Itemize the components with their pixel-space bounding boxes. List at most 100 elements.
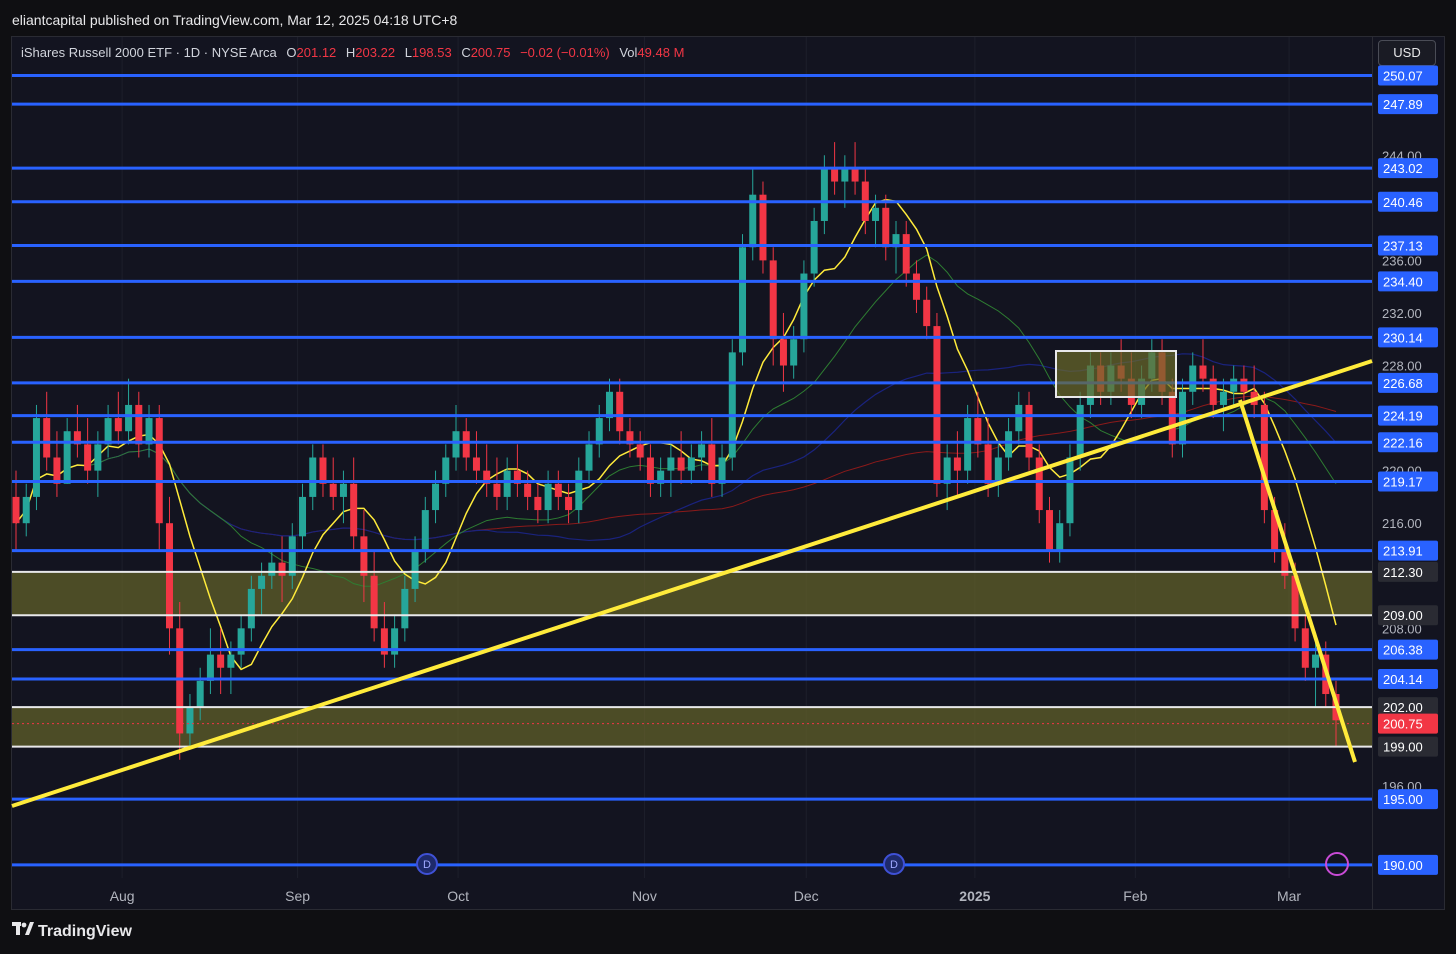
level-label: 195.00: [1383, 792, 1423, 807]
level-label: 240.46: [1383, 195, 1423, 210]
close-value: 200.75: [470, 45, 511, 60]
candle-body: [22, 496, 30, 524]
candle-body: [360, 536, 368, 576]
candle-body: [268, 562, 276, 576]
candle-body: [616, 391, 624, 432]
candle-body: [902, 234, 910, 274]
candle-body: [698, 444, 706, 458]
candle-body: [831, 168, 839, 182]
open-label: O: [286, 45, 297, 60]
candle-body: [411, 549, 419, 589]
candle-body: [1230, 378, 1238, 392]
level-label: 222.16: [1383, 435, 1423, 450]
symbol-legend: iShares Russell 2000 ETF · 1D · NYSE Arc…: [21, 45, 684, 60]
volume-label: Vol: [619, 45, 638, 60]
price-zone: [12, 571, 1372, 616]
candle-body: [104, 418, 112, 445]
candle-body: [53, 457, 61, 484]
tradingview-logo[interactable]: TradingView: [12, 922, 132, 941]
candle-body: [370, 575, 378, 629]
candle-body: [1260, 404, 1268, 511]
candle-body: [442, 457, 450, 484]
time-tick-label: Mar: [1277, 888, 1301, 904]
ma-50-line: [15, 254, 1337, 587]
candle-body: [452, 431, 460, 458]
candle-body: [1025, 404, 1033, 458]
time-tick-label: 2025: [959, 888, 990, 904]
dividend-marker-label: D: [890, 859, 898, 871]
symbol-name: iShares Russell 2000 ETF · 1D · NYSE Arc…: [21, 45, 277, 60]
candle-body: [319, 457, 327, 484]
candle-body: [63, 431, 71, 484]
candle-body: [872, 207, 880, 221]
candle-body: [165, 523, 173, 629]
level-label: 234.40: [1383, 274, 1423, 289]
candle-body: [718, 457, 726, 484]
volume-value: 49.48 M: [637, 45, 685, 60]
candle-body: [145, 418, 153, 445]
consolidation-box: [1055, 350, 1177, 398]
candle-body: [524, 483, 532, 497]
low-label: L: [404, 45, 412, 60]
candle-body: [851, 168, 859, 182]
candle-body: [687, 457, 695, 471]
time-tick-label: Oct: [447, 888, 469, 904]
candle-body: [933, 326, 941, 484]
candle-body: [708, 444, 716, 484]
level-label: 237.13: [1383, 239, 1423, 254]
close-label: C: [461, 45, 471, 60]
candle-body: [227, 654, 235, 668]
price-tick-label: 228.00: [1382, 359, 1422, 374]
candle-body: [258, 575, 266, 589]
candle-body: [43, 418, 51, 458]
candle-body: [432, 483, 440, 511]
candle-body: [585, 444, 593, 471]
candle-body: [565, 496, 573, 511]
level-label: 247.89: [1383, 97, 1423, 112]
level-label: 219.17: [1383, 475, 1423, 490]
level-label: 224.19: [1383, 409, 1423, 424]
candle-body: [636, 444, 644, 458]
level-label: 213.91: [1383, 544, 1423, 559]
candle-body: [923, 299, 931, 327]
candle-body: [217, 654, 225, 668]
candle-body: [667, 457, 675, 471]
low-value: 198.53: [411, 45, 452, 60]
candle-body: [943, 457, 951, 484]
level-label: 226.68: [1383, 376, 1423, 391]
candle-body: [299, 496, 307, 537]
candle-body: [12, 496, 20, 524]
change-value: −0.02 (−0.01%): [520, 45, 610, 60]
level-label: 204.14: [1383, 672, 1423, 687]
candle-body: [759, 194, 767, 261]
candle-body: [1199, 365, 1207, 379]
level-label: 199.00: [1383, 740, 1423, 755]
time-tick-label: Dec: [794, 888, 819, 904]
candle-body: [278, 562, 286, 576]
candle-body: [462, 431, 470, 458]
candle-body: [984, 444, 992, 484]
candle-body: [503, 470, 511, 497]
tradingview-mark-icon: [12, 922, 34, 941]
candle-body: [401, 588, 409, 629]
level-label: 190.00: [1383, 858, 1423, 873]
candle-body: [1035, 457, 1043, 511]
candle-body: [646, 457, 654, 484]
candle-body: [1066, 457, 1074, 524]
candle-body: [493, 483, 501, 497]
candle-body: [1219, 391, 1227, 405]
candle-body: [1189, 365, 1197, 392]
candle-body: [1045, 510, 1053, 550]
candle-body: [196, 680, 204, 708]
level-label: 230.14: [1383, 330, 1423, 345]
candle-body: [554, 483, 562, 497]
candle-body: [575, 470, 583, 511]
candle-body: [974, 418, 982, 445]
ma-200-line: [15, 395, 1337, 541]
candle-body: [1168, 391, 1176, 445]
candle-body: [882, 207, 890, 248]
candle-body: [964, 418, 972, 471]
high-label: H: [345, 45, 356, 60]
chart-plot[interactable]: 244.00236.00232.00228.00220.00216.00208.…: [0, 0, 1456, 954]
level-label: 243.02: [1383, 161, 1423, 176]
